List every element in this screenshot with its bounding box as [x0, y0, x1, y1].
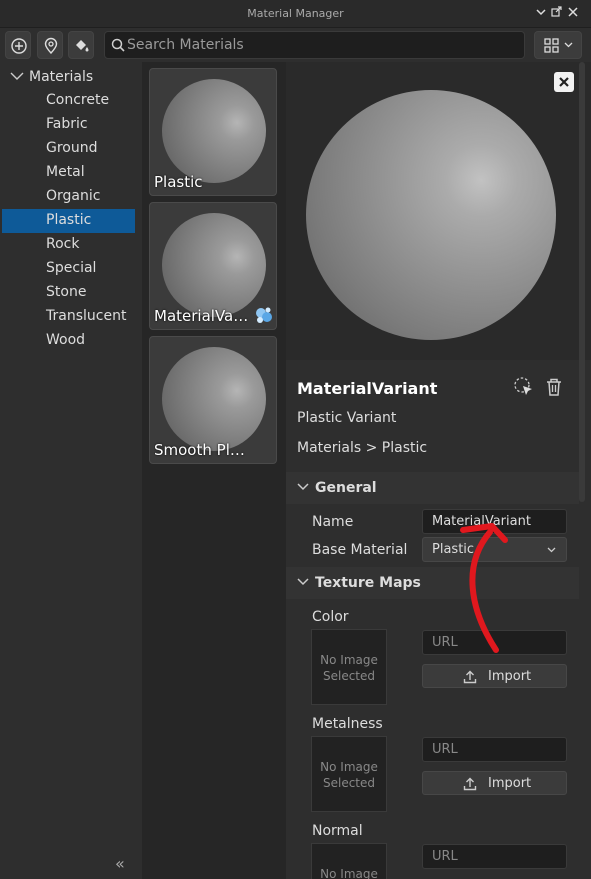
import-label: Import — [488, 669, 532, 684]
tree-item-label: Wood — [46, 332, 86, 348]
cursor-select-icon — [514, 377, 532, 395]
details-scrollbar[interactable] — [579, 62, 585, 502]
normal-map-url-field[interactable]: URL — [422, 844, 567, 869]
thumbnail-placeholder-text: No Image Selected — [320, 653, 378, 683]
tree-item-plastic[interactable]: Plastic — [2, 209, 135, 233]
metalness-map-import-button[interactable]: Import — [422, 771, 567, 795]
close-preview-button[interactable] — [554, 72, 574, 92]
metalness-map-url-field[interactable]: URL — [422, 737, 567, 762]
tree-item-label: Concrete — [46, 92, 110, 108]
tree-item-rock[interactable]: Rock — [2, 233, 135, 257]
section-texture-maps[interactable]: Texture Maps — [286, 567, 579, 599]
tree-item-label: Special — [46, 260, 97, 276]
color-map-label: Color — [312, 609, 349, 625]
tree-item-ground[interactable]: Ground — [2, 137, 135, 161]
details-subtitle: Plastic Variant — [297, 410, 397, 426]
upload-icon — [463, 670, 477, 684]
chevron-down-icon — [297, 578, 309, 586]
chevron-down-icon — [564, 42, 573, 48]
tree-item-label: Organic — [46, 188, 101, 204]
section-label: General — [315, 480, 377, 496]
material-preview-sphere — [162, 347, 266, 451]
tree-item-organic[interactable]: Organic — [2, 185, 135, 209]
collapse-sidebar-icon[interactable]: « — [115, 854, 125, 873]
material-tile-label: Smooth Plastic — [154, 441, 254, 459]
tree-item-label: Translucent — [46, 308, 127, 324]
import-label: Import — [488, 776, 532, 791]
tree-item-special[interactable]: Special — [2, 257, 135, 281]
material-grid: Plastic MaterialVariant Smooth Plastic — [142, 62, 286, 879]
color-map-import-button[interactable]: Import — [422, 664, 567, 688]
tree-root-materials[interactable]: Materials — [10, 68, 138, 88]
material-preview — [286, 62, 591, 360]
section-label: Texture Maps — [315, 575, 421, 591]
color-map-thumbnail[interactable]: No Image Selected — [311, 629, 387, 705]
preview-sphere — [306, 90, 556, 340]
metalness-map-thumbnail[interactable]: No Image Selected — [311, 736, 387, 812]
chevron-down-icon — [547, 547, 556, 553]
material-tile-label: MaterialVariant — [154, 307, 254, 325]
material-details: MaterialVariant Plastic Variant Material… — [286, 360, 579, 879]
thumbnail-placeholder-text: No Image Selected — [320, 760, 378, 790]
thumbnail-placeholder-text: No Image — [320, 867, 378, 879]
tree-item-label: Ground — [46, 140, 98, 156]
tree-item-translucent[interactable]: Translucent — [2, 305, 135, 329]
apply-to-selection-button[interactable] — [513, 376, 535, 398]
material-tile[interactable]: MaterialVariant — [149, 202, 277, 330]
tree-item-metal[interactable]: Metal — [2, 161, 135, 185]
search-icon — [111, 38, 125, 52]
close-window-icon[interactable] — [566, 6, 580, 22]
chevron-down-icon — [297, 483, 309, 491]
chevron-down-icon — [10, 72, 24, 80]
delete-variant-button[interactable] — [543, 376, 565, 398]
upload-icon — [463, 777, 477, 791]
color-map-url-field[interactable]: URL — [422, 630, 567, 655]
details-title: MaterialVariant — [297, 379, 438, 398]
search-bar — [104, 31, 525, 59]
material-tile[interactable]: Plastic — [149, 68, 277, 196]
details-path: Materials > Plastic — [297, 440, 428, 456]
material-variant-icon — [256, 307, 272, 323]
material-tile-label: Plastic — [154, 173, 203, 191]
add-circle-icon — [11, 38, 27, 54]
material-tree: Materials Concrete Fabric Ground Metal O… — [0, 62, 142, 879]
base-material-dropdown[interactable]: Plastic — [422, 537, 567, 562]
metalness-map-label: Metalness — [312, 716, 383, 732]
paint-bucket-icon — [76, 40, 89, 52]
create-variant-button[interactable] — [5, 31, 31, 59]
tree-item-concrete[interactable]: Concrete — [2, 89, 135, 113]
undock-icon[interactable] — [549, 6, 563, 22]
tree-root-label: Materials — [29, 69, 94, 85]
tree-item-label: Plastic — [46, 212, 92, 228]
section-general[interactable]: General — [286, 472, 579, 504]
tree-item-wood[interactable]: Wood — [2, 329, 135, 353]
normal-map-thumbnail[interactable]: No Image — [311, 843, 387, 879]
normal-map-label: Normal — [312, 823, 363, 839]
chevron-down-icon[interactable] — [534, 6, 548, 22]
tree-item-label: Metal — [46, 164, 85, 180]
location-pin-icon — [44, 37, 58, 55]
window-title: Material Manager — [247, 7, 344, 20]
view-mode-button[interactable] — [534, 31, 582, 59]
name-label: Name — [312, 514, 354, 530]
trash-icon — [547, 378, 561, 396]
material-preview-sphere — [162, 213, 266, 317]
tree-item-label: Fabric — [46, 116, 88, 132]
search-input[interactable] — [127, 32, 517, 58]
toolbar — [0, 28, 591, 62]
show-in-explorer-button[interactable] — [37, 31, 63, 59]
window-titlebar: Material Manager — [0, 0, 591, 28]
tree-item-label: Stone — [46, 284, 87, 300]
material-preview-sphere — [162, 79, 266, 183]
apply-material-button[interactable] — [68, 31, 94, 59]
name-field[interactable]: MaterialVariant — [422, 509, 567, 534]
base-material-label: Base Material — [312, 542, 408, 558]
grid-view-icon — [544, 38, 559, 53]
close-icon — [559, 77, 569, 87]
base-material-value: Plastic — [432, 542, 475, 557]
material-tile[interactable]: Smooth Plastic — [149, 336, 277, 464]
tree-item-stone[interactable]: Stone — [2, 281, 135, 305]
tree-item-fabric[interactable]: Fabric — [2, 113, 135, 137]
tree-item-label: Rock — [46, 236, 80, 252]
